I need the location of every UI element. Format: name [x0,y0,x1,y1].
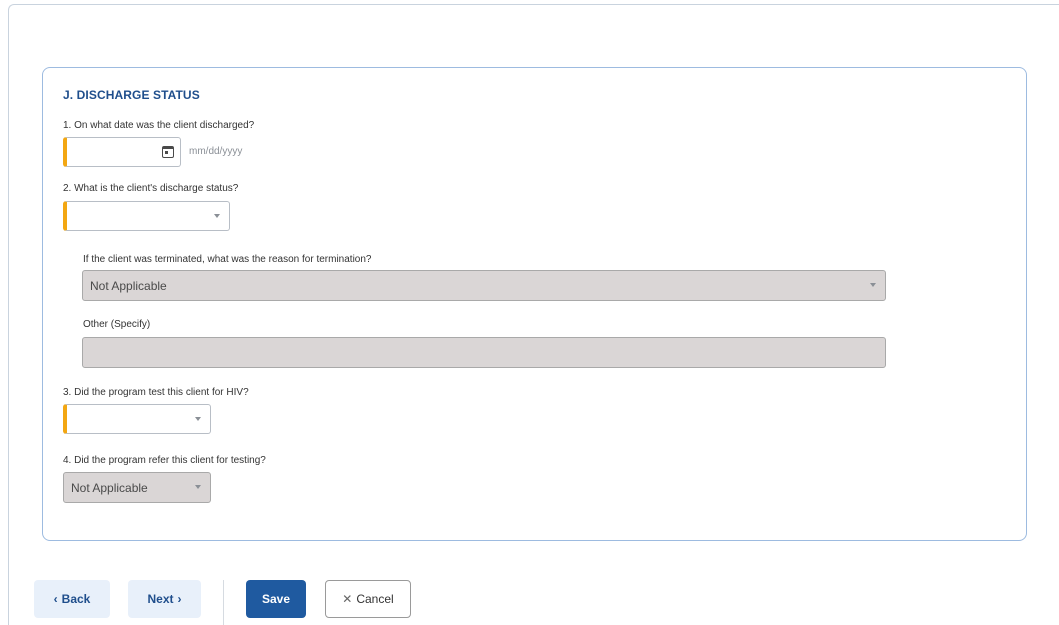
calendar-icon[interactable] [162,146,174,158]
chevron-left-icon: ‹ [53,592,58,606]
discharge-status-select[interactable] [63,201,230,231]
termination-reason-select[interactable]: Not Applicable [82,270,886,301]
other-specify-input[interactable] [82,337,886,368]
next-button[interactable]: Next › [128,580,201,618]
chevron-right-icon: › [177,592,182,606]
discharge-form-page: J. DISCHARGE STATUS 1. On what date was … [0,0,1059,625]
back-button-label: Back [61,592,91,606]
q2-label: 2. What is the client's discharge status… [63,183,239,194]
cancel-button-label: Cancel [356,592,394,606]
close-icon: ✕ [342,592,353,606]
save-button-label: Save [261,592,291,606]
footer-divider [223,580,224,625]
save-button[interactable]: Save [246,580,306,618]
q3-label: 3. Did the program test this client for … [63,387,249,398]
termination-reason-label: If the client was terminated, what was t… [83,254,372,265]
hiv-test-select[interactable] [63,404,211,434]
refer-testing-value: Not Applicable [71,481,148,495]
chevron-down-icon [870,283,876,287]
discharge-date-input[interactable] [63,137,181,167]
chevron-down-icon [195,485,201,489]
chevron-down-icon [214,214,220,218]
date-format-hint: mm/dd/yyyy [189,146,243,157]
refer-testing-select[interactable]: Not Applicable [63,472,211,503]
q1-label: 1. On what date was the client discharge… [63,120,255,131]
q4-label: 4. Did the program refer this client for… [63,455,266,466]
next-button-label: Next [147,592,174,606]
other-specify-label: Other (Specify) [83,319,151,330]
chevron-down-icon [195,417,201,421]
termination-reason-value: Not Applicable [90,279,167,293]
discharge-status-panel [42,67,1027,541]
back-button[interactable]: ‹ Back [34,580,110,618]
section-title: J. DISCHARGE STATUS [63,88,200,102]
cancel-button[interactable]: ✕ Cancel [325,580,411,618]
